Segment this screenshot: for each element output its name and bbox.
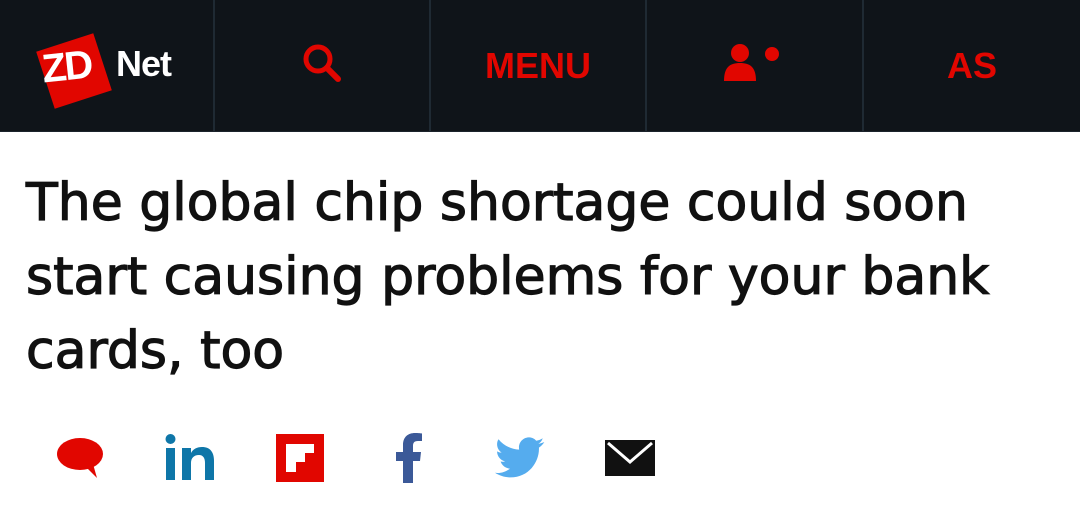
- facebook-icon: [395, 432, 423, 488]
- user-account-button[interactable]: [647, 0, 864, 131]
- linkedin-icon: [162, 433, 218, 488]
- comments-button[interactable]: [50, 420, 110, 500]
- menu-label: MENU: [485, 44, 591, 86]
- user-icon: [720, 41, 790, 90]
- search-button[interactable]: [215, 0, 431, 131]
- search-icon: [300, 41, 344, 90]
- share-email-button[interactable]: [600, 420, 660, 500]
- share-flipboard-button[interactable]: [270, 420, 330, 500]
- menu-button[interactable]: MENU: [431, 0, 647, 131]
- article-headline: The global chip shortage could soon star…: [25, 172, 990, 381]
- edition-button[interactable]: AS: [864, 0, 1080, 131]
- share-linkedin-button[interactable]: [158, 420, 222, 500]
- logo-cell: ZD Net: [0, 0, 215, 131]
- share-bar: [0, 420, 1080, 500]
- twitter-icon: [495, 436, 545, 484]
- zdnet-logo[interactable]: ZD Net: [36, 21, 180, 111]
- logo-zd-text: ZD: [39, 42, 94, 91]
- logo-net-text: Net: [116, 42, 172, 84]
- share-twitter-button[interactable]: [490, 420, 550, 500]
- top-navigation-bar: ZD Net MENU AS: [0, 0, 1080, 132]
- comment-icon: [55, 436, 105, 485]
- flipboard-icon: [276, 433, 324, 487]
- edition-label: AS: [946, 44, 997, 86]
- share-facebook-button[interactable]: [384, 420, 434, 500]
- email-icon: [605, 439, 655, 481]
